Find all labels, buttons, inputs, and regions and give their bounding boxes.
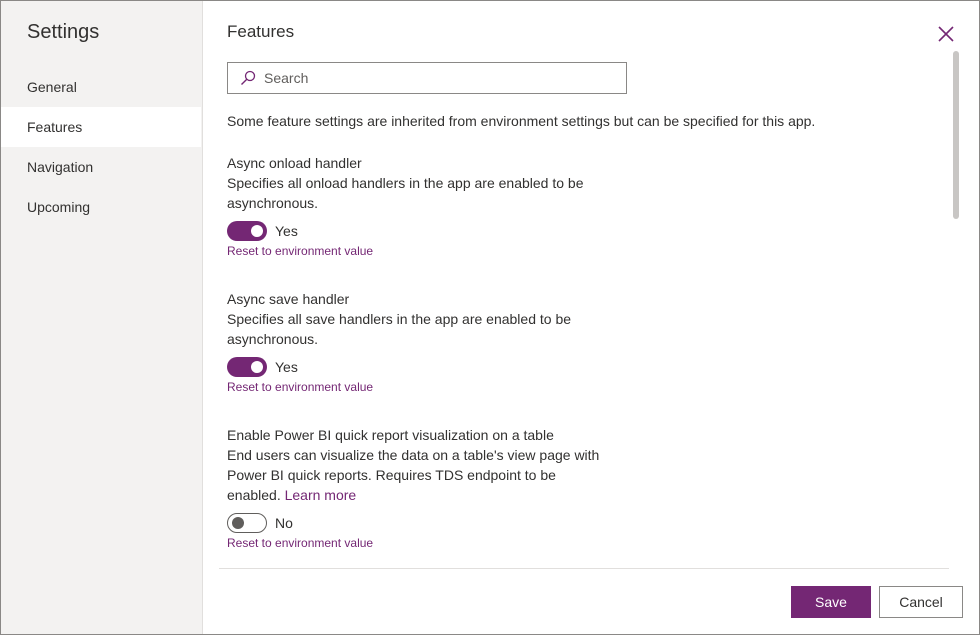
feature-description: Specifies all onload handlers in the app… [227, 175, 584, 211]
sidebar-item-upcoming[interactable]: Upcoming [1, 187, 201, 227]
sidebar-item-navigation[interactable]: Navigation [1, 147, 201, 187]
reset-link[interactable]: Reset to environment value [227, 378, 607, 396]
toggle-row: No [227, 513, 607, 533]
async-save-toggle[interactable] [227, 357, 267, 377]
feature-description-wrap: End users can visualize the data on a ta… [227, 445, 607, 505]
async-onload-toggle[interactable] [227, 221, 267, 241]
scrollbar-thumb[interactable] [953, 51, 959, 219]
reset-link[interactable]: Reset to environment value [227, 534, 607, 552]
close-button[interactable] [936, 24, 956, 44]
feature-title: Async onload handler [227, 155, 362, 171]
toggle-state-label: Yes [275, 359, 298, 375]
feature-async-onload: Async onload handler Specifies all onloa… [227, 153, 607, 260]
save-button[interactable]: Save [791, 586, 871, 618]
main-panel: Features Some feature settings are inher… [203, 1, 979, 634]
sidebar-item-features[interactable]: Features [1, 107, 201, 147]
feature-title: Async save handler [227, 291, 350, 307]
feature-async-save: Async save handler Specifies all save ha… [227, 289, 607, 396]
toggle-state-label: Yes [275, 223, 298, 239]
cancel-button[interactable]: Cancel [879, 586, 963, 618]
search-input[interactable] [264, 67, 619, 89]
feature-description: Specifies all save handlers in the app a… [227, 311, 572, 347]
toggle-knob [232, 517, 244, 529]
sidebar-title: Settings [27, 21, 100, 43]
toggle-row: Yes [227, 357, 607, 377]
learn-more-link[interactable]: Learn more [285, 487, 357, 503]
toggle-state-label: No [275, 515, 293, 531]
toggle-knob [251, 361, 263, 373]
toggle-row: Yes [227, 221, 607, 241]
feature-description: End users can visualize the data on a ta… [227, 447, 600, 503]
scrollbar[interactable] [951, 49, 963, 569]
sidebar-item-general[interactable]: General [1, 67, 201, 107]
search-icon [241, 70, 256, 85]
close-icon [938, 26, 954, 42]
reset-link[interactable]: Reset to environment value [227, 242, 607, 260]
toggle-knob [251, 225, 263, 237]
features-content: Some feature settings are inherited from… [219, 46, 949, 569]
feature-title: Enable Power BI quick report visualizati… [227, 427, 554, 443]
search-box [227, 62, 627, 94]
page-title: Features [227, 22, 295, 41]
sidebar: Settings General Features Navigation Upc… [1, 1, 203, 634]
intro-text: Some feature settings are inherited from… [227, 113, 816, 129]
feature-power-bi: Enable Power BI quick report visualizati… [227, 425, 607, 552]
power-bi-toggle[interactable] [227, 513, 267, 533]
settings-dialog: Settings General Features Navigation Upc… [0, 0, 980, 635]
